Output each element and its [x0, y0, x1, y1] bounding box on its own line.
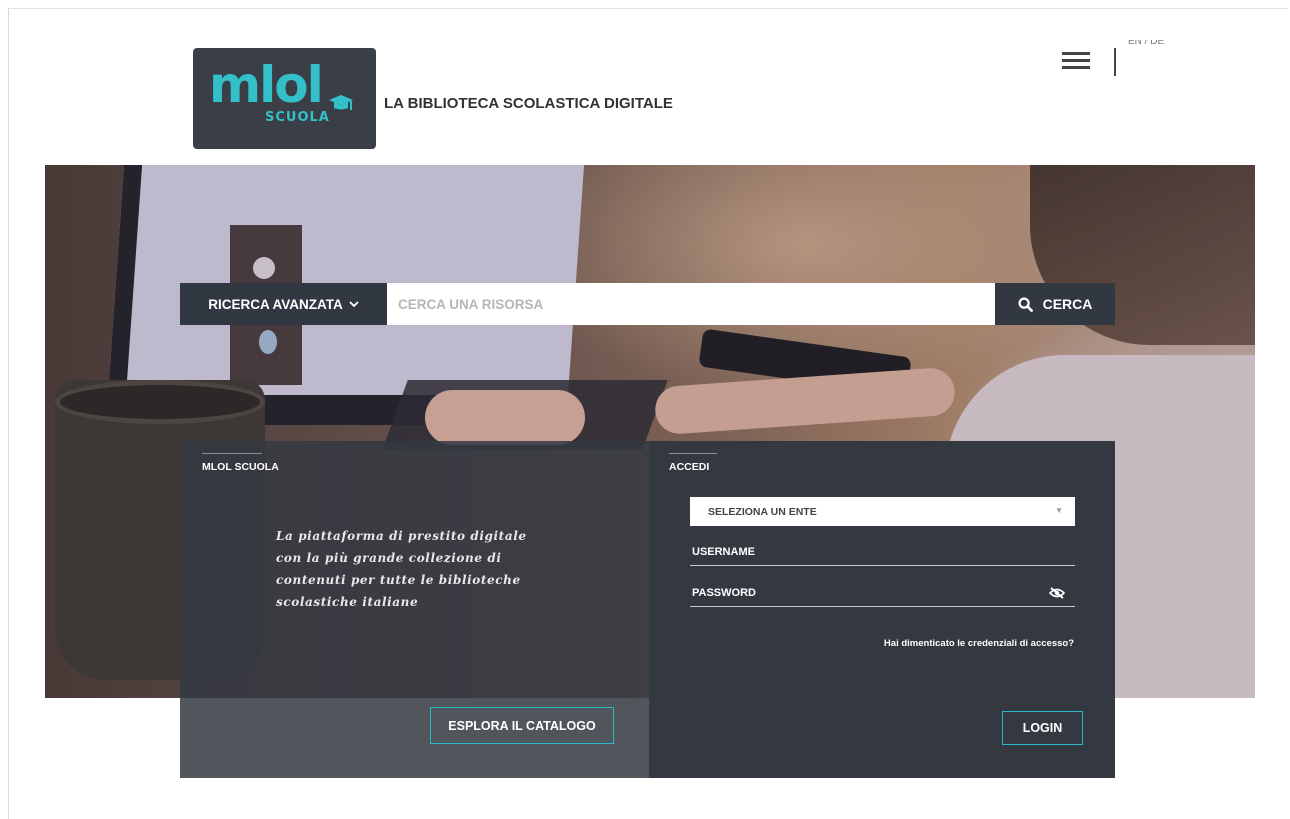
- search-bar: RICERCA AVANZATA CERCA: [180, 283, 1115, 325]
- username-placeholder: USERNAME: [692, 545, 755, 558]
- mlol-info-panel: MLOL SCUOLA La piattaforma di prestito d…: [180, 441, 649, 778]
- logo-wordmark: mlol: [209, 56, 324, 114]
- chevron-down-icon: [349, 300, 359, 307]
- promo-line: con la più grande collezione di: [276, 551, 502, 565]
- language-switcher[interactable]: EN / DE: [1128, 40, 1164, 48]
- promo-line: La piattaforma di prestito digitale: [276, 529, 527, 543]
- password-placeholder: PASSWORD: [692, 586, 756, 599]
- hamburger-menu-icon[interactable]: [1062, 52, 1090, 72]
- search-button[interactable]: CERCA: [995, 283, 1115, 325]
- promo-text: La piattaforma di prestito digitale con …: [276, 525, 576, 613]
- search-button-label: CERCA: [1042, 296, 1093, 312]
- graduation-cap-icon: [329, 95, 353, 110]
- eye-off-icon[interactable]: [1049, 587, 1065, 599]
- login-panel: ACCEDI SELEZIONA UN ENTE ▼ USERNAME PASS…: [649, 441, 1115, 778]
- advanced-search-label: RICERCA AVANZATA: [208, 296, 343, 312]
- panel-accent-line: [669, 453, 717, 454]
- institution-select-value: SELEZIONA UN ENTE: [708, 505, 817, 518]
- search-icon: [1018, 296, 1033, 312]
- panel-accent-line: [202, 453, 262, 454]
- promo-line: scolastiche italiane: [276, 595, 419, 609]
- explore-catalog-button[interactable]: ESPLORA IL CATALOGO: [430, 707, 614, 744]
- promo-line: contenuti per tutte le biblioteche: [276, 573, 521, 587]
- site-tagline: LA BIBLIOTECA SCOLASTICA DIGITALE: [384, 95, 673, 112]
- forgot-credentials-link[interactable]: Hai dimenticato le credenziali di access…: [884, 638, 1074, 649]
- password-field[interactable]: PASSWORD: [690, 579, 1075, 607]
- advanced-search-button[interactable]: RICERCA AVANZATA: [180, 283, 387, 325]
- institution-select[interactable]: SELEZIONA UN ENTE ▼: [690, 497, 1075, 526]
- login-button[interactable]: LOGIN: [1002, 711, 1083, 745]
- panel-title: MLOL SCUOLA: [202, 461, 279, 473]
- mlol-logo[interactable]: mlol SCUOLA: [193, 48, 376, 149]
- header-divider: [1114, 48, 1116, 76]
- panel-title: ACCEDI: [669, 461, 710, 473]
- chevron-down-icon: ▼: [1055, 506, 1063, 515]
- search-input[interactable]: [387, 283, 995, 325]
- logo-subtitle: SCUOLA: [265, 110, 330, 125]
- username-field[interactable]: USERNAME: [690, 538, 1075, 566]
